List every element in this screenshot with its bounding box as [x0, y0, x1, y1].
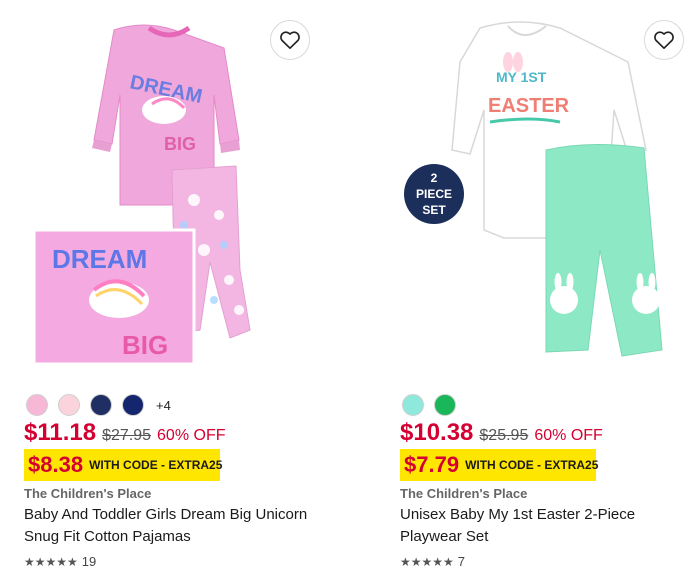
more-colors-link[interactable]: +4 — [156, 398, 171, 413]
color-swatch[interactable] — [434, 394, 456, 416]
shirt-print-text: MY 1ST — [496, 69, 547, 85]
product-card[interactable]: MY 1ST EASTER 2 PIECE SET $10.38 $25.95 … — [400, 0, 698, 574]
product-card[interactable]: DREAM BIG DREAM BIG +4 $11.18 $27.95 60%… — [24, 0, 354, 574]
inset-text-2: BIG — [122, 330, 168, 360]
product-title[interactable]: Unisex Baby My 1st Easter 2-Piece Playwe… — [400, 504, 698, 548]
brand-name: The Children's Place — [400, 486, 528, 501]
promo-price: $8.38 — [28, 452, 84, 477]
favorite-button[interactable] — [270, 20, 310, 60]
review-count: 7 — [457, 554, 466, 569]
price-row: $11.18 $27.95 60% OFF — [24, 419, 226, 447]
review-count: 19 — [81, 554, 97, 569]
rating[interactable]: ★★★★★ 7 — [400, 554, 465, 569]
star-rating-icon: ★★★★★ — [400, 554, 454, 569]
brand-name: The Children's Place — [24, 486, 152, 501]
original-price: $27.95 — [102, 427, 152, 444]
heart-icon — [280, 31, 300, 49]
shirt-print-text-2: EASTER — [488, 95, 570, 117]
inset-text-1: DREAM — [52, 244, 147, 274]
product-grid: DREAM BIG DREAM BIG +4 $11.18 $27.95 60%… — [0, 0, 698, 574]
promo-code-text: WITH CODE - EXTRA25 — [465, 458, 599, 472]
heart-icon — [654, 31, 674, 49]
promo-code-text: WITH CODE - EXTRA25 — [89, 458, 223, 472]
badge-text-2: PIECE — [416, 187, 452, 201]
promo-price: $7.79 — [404, 452, 460, 477]
rating[interactable]: ★★★★★ 19 — [24, 554, 96, 569]
promo-banner: $8.38 WITH CODE - EXTRA25 — [24, 449, 223, 481]
color-swatch[interactable] — [90, 394, 112, 416]
sale-price: $10.38 — [400, 419, 474, 446]
sale-price: $11.18 — [24, 419, 97, 446]
favorite-button[interactable] — [644, 20, 684, 60]
discount-label: 60% OFF — [534, 427, 603, 444]
color-swatch[interactable] — [122, 394, 144, 416]
shirt-print-text-2: BIG — [164, 134, 196, 154]
badge-text-1: 2 — [431, 171, 438, 185]
color-swatches: +4 — [26, 394, 171, 416]
badge-text-3: SET — [422, 203, 446, 217]
color-swatches — [402, 394, 456, 416]
product-title[interactable]: Baby And Toddler Girls Dream Big Unicorn… — [24, 504, 324, 548]
star-rating-icon: ★★★★★ — [24, 554, 78, 569]
color-swatch[interactable] — [58, 394, 80, 416]
original-price: $25.95 — [479, 427, 529, 444]
promo-banner: $7.79 WITH CODE - EXTRA25 — [400, 449, 599, 481]
price-row: $10.38 $25.95 60% OFF — [400, 419, 603, 447]
color-swatch[interactable] — [26, 394, 48, 416]
color-swatch[interactable] — [402, 394, 424, 416]
discount-label: 60% OFF — [157, 427, 226, 444]
